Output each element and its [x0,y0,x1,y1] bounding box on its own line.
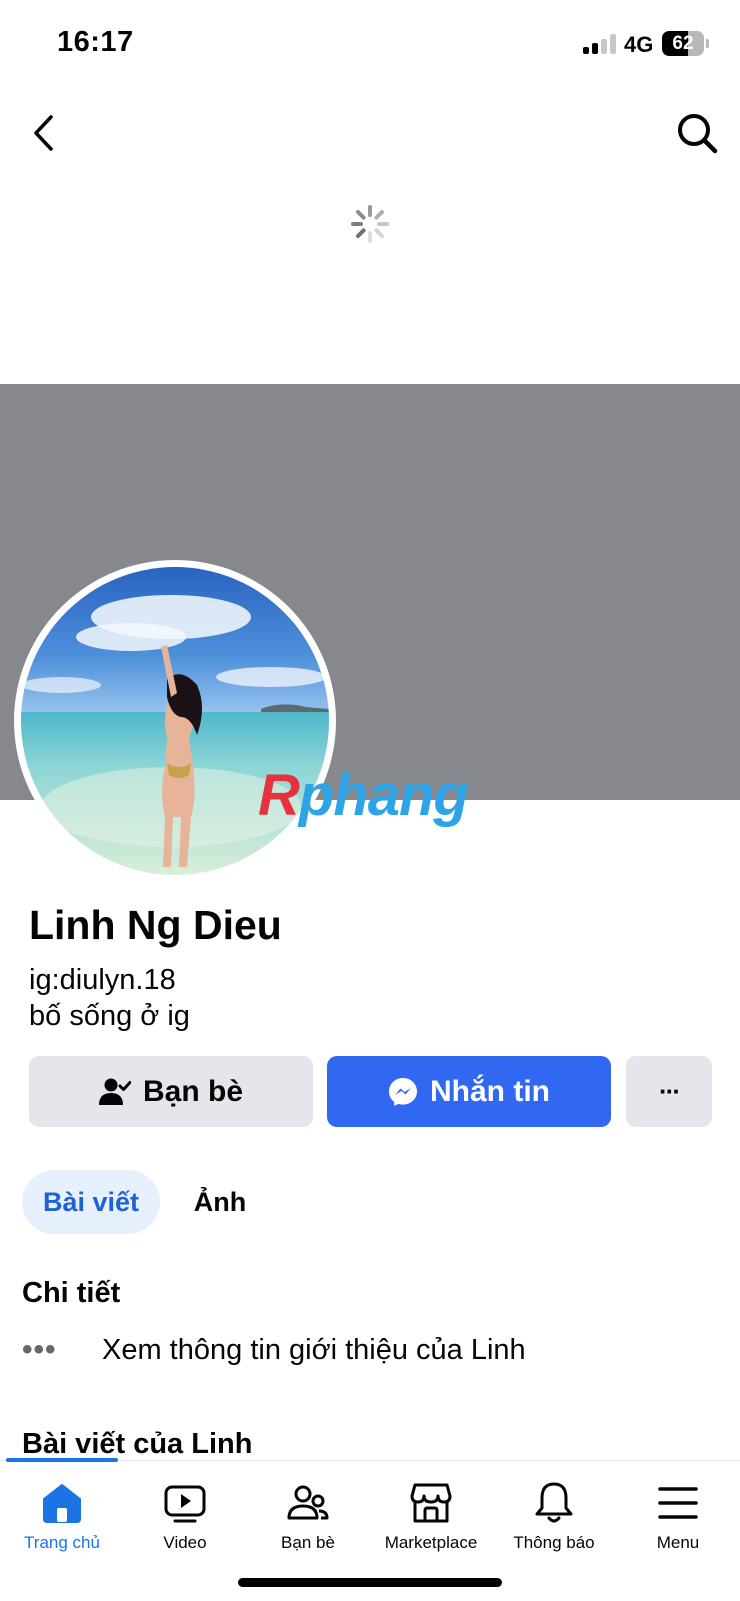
tab-posts[interactable]: Bài viết [22,1170,160,1234]
profile-name: Linh Ng Dieu [29,902,282,948]
nav-home[interactable]: Trang chủ [0,1461,124,1571]
friends-button-label: Bạn bè [142,1074,244,1108]
home-icon [0,1481,124,1525]
message-button-label: Nhắn tin [430,1074,550,1108]
posts-heading: Bài viết của Linh [22,1428,253,1460]
status-bar: 16:17 4G 62 [0,0,740,90]
watermark-rest: phang [298,763,469,828]
more-dots-icon: ··· [659,1076,681,1106]
nav-menu[interactable]: Menu [616,1461,740,1571]
bio-line: ig:diulyn.18 [29,964,176,996]
menu-icon [616,1481,740,1525]
back-button[interactable] [24,108,64,158]
nav-notifications-label: Thông báo [513,1533,595,1552]
message-button[interactable]: Nhắn tin [327,1056,611,1127]
loading-spinner-icon [351,205,389,243]
search-button[interactable] [672,108,722,158]
battery-icon: 62 [662,31,704,56]
friend-check-icon [98,1077,131,1107]
details-heading: Chi tiết [22,1277,121,1309]
nav-friends[interactable]: Bạn bè [246,1461,370,1571]
profile-avatar[interactable] [14,560,336,882]
home-indicator[interactable] [238,1578,502,1587]
watermark-logo: Rphang [258,762,469,829]
watermark-first-letter: R [258,763,300,828]
see-intro-row[interactable]: ••• Xem thông tin giới thiệu của Linh [22,1330,526,1370]
more-dots-icon: ••• [22,1333,57,1366]
tab-photos[interactable]: Ảnh [172,1170,268,1234]
nav-menu-label: Menu [656,1533,700,1552]
search-icon [678,114,718,154]
video-icon [123,1481,247,1525]
more-options-button[interactable]: ··· [626,1056,712,1127]
see-intro-text: Xem thông tin giới thiệu của Linh [102,1333,526,1366]
battery-tip [706,39,709,48]
marketplace-icon [369,1481,493,1525]
friends-icon [246,1481,370,1525]
messenger-icon [388,1077,418,1107]
bell-icon [492,1481,616,1525]
bio-line: bố sống ở ig [29,1000,190,1032]
nav-marketplace[interactable]: Marketplace [369,1461,493,1571]
battery-level: 62 [672,33,694,54]
friends-button[interactable]: Bạn bè [29,1056,313,1127]
signal-icon [583,34,619,54]
nav-video[interactable]: Video [123,1461,247,1571]
chevron-left-icon [34,115,53,151]
nav-notifications[interactable]: Thông báo [492,1461,616,1571]
network-label: 4G [624,32,654,57]
status-time: 16:17 [57,26,134,58]
